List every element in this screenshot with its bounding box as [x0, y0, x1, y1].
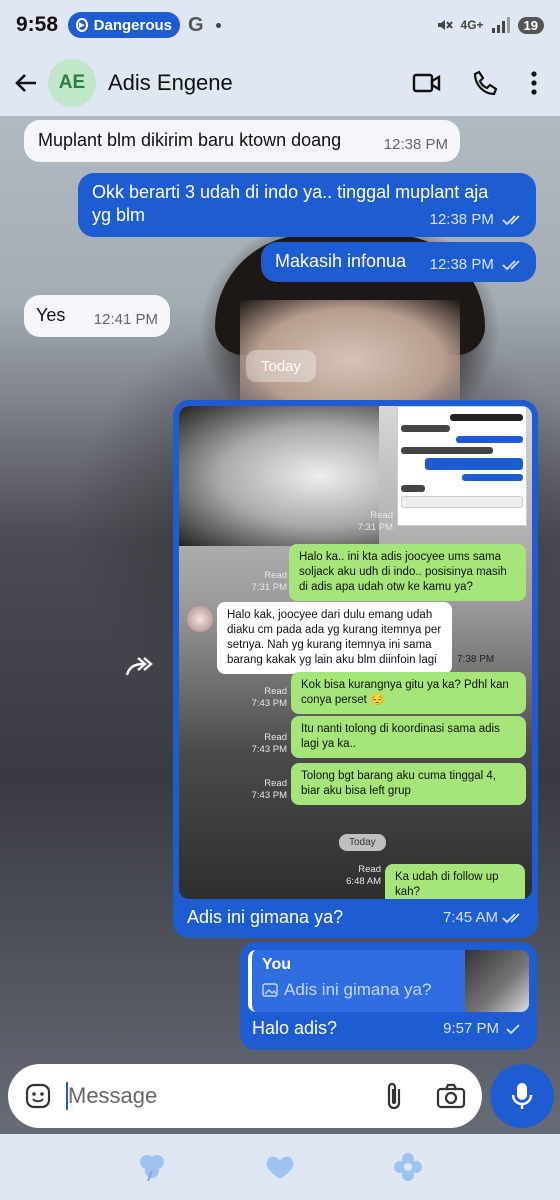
- voice-record-button[interactable]: [490, 1064, 554, 1128]
- screenshot-message: Itu nanti tolong di koordinasi sama adis…: [291, 716, 526, 758]
- signal-icon: [491, 17, 510, 33]
- message-text: Makasih infonua: [275, 251, 407, 271]
- video-call-icon[interactable]: [412, 71, 442, 95]
- back-flower-icon[interactable]: [392, 1151, 424, 1183]
- image-message-bubble[interactable]: Read 7:31 PM Halo ka.. ini kta adis joocy…: [173, 400, 538, 938]
- header-actions: [412, 69, 538, 97]
- mute-icon: [437, 20, 453, 30]
- read-receipt: Read 7:31 PM: [357, 510, 393, 533]
- status-icons: 4G+ 19: [435, 16, 544, 34]
- mic-icon: [511, 1083, 533, 1109]
- date-chip: Today: [246, 350, 316, 382]
- avatar[interactable]: AE: [48, 59, 96, 107]
- back-button[interactable]: [10, 67, 42, 99]
- media-pill[interactable]: ▶ Dangerous: [68, 12, 181, 38]
- network-type: 4G+: [460, 18, 484, 32]
- quote-text: Adis ini gimana ya?: [284, 980, 432, 999]
- screenshot-avatar: [187, 606, 213, 632]
- read-receipt: Read 7:31 PM: [251, 570, 287, 593]
- screenshot-message: Tolong bgt barang aku cuma tinggal 4, bi…: [291, 763, 526, 805]
- read-receipt: Read 6:48 AM: [346, 864, 381, 887]
- google-icon: G: [188, 13, 204, 36]
- screenshot-time: 7:38 PM: [457, 654, 495, 665]
- read-receipt: Read 7:43 PM: [251, 732, 287, 755]
- arrow-left-icon: [15, 74, 36, 92]
- message-time: 12:41 PM: [93, 311, 158, 328]
- screenshot-message: Ka udah di follow up kah?: [385, 864, 525, 899]
- message-text: Yes: [36, 305, 66, 325]
- message-bubble-outgoing[interactable]: Makasih infonua 12:38 PM: [261, 242, 536, 282]
- message-bubble-incoming[interactable]: Yes 12:41 PM: [24, 295, 170, 337]
- message-input[interactable]: Message: [8, 1064, 482, 1128]
- contact-name[interactable]: Adis Engene: [108, 70, 233, 96]
- message-time: 12:38 PM: [429, 256, 494, 273]
- message-composer: Message: [0, 1062, 560, 1134]
- reply-message-bubble[interactable]: You Adis ini gimana ya? Halo adis? 9:57 …: [240, 942, 537, 1050]
- quote-thumbnail: [465, 950, 529, 1012]
- home-heart-icon[interactable]: [260, 1153, 300, 1181]
- chat-header: AE Adis Engene: [0, 50, 560, 116]
- more-vert-icon[interactable]: [530, 70, 538, 96]
- image-caption: Adis ini gimana ya?: [187, 907, 344, 927]
- sticker-icon[interactable]: [24, 1082, 52, 1110]
- media-title: Dangerous: [93, 16, 173, 34]
- double-check-icon: [502, 215, 520, 226]
- message-bubble-outgoing[interactable]: Okk berarti 3 udah di indo ya.. tinggal …: [78, 173, 536, 237]
- image-caption-row: Adis ini gimana ya? 7:45 AM: [187, 907, 532, 928]
- phone-icon[interactable]: [472, 69, 500, 97]
- camera-icon[interactable]: [436, 1083, 466, 1109]
- image-icon: [262, 983, 278, 997]
- forward-icon[interactable]: [124, 655, 156, 679]
- screenshot-date-chip: Today: [339, 834, 386, 851]
- message-meta: 12:38 PM: [430, 208, 524, 231]
- recent-apps-icon[interactable]: [136, 1151, 168, 1183]
- double-check-icon: [502, 912, 520, 923]
- read-receipt: Read 7:43 PM: [251, 686, 287, 709]
- status-time: 9:58: [16, 13, 59, 36]
- play-icon: ▶: [76, 18, 88, 32]
- message-placeholder: Message: [68, 1083, 158, 1108]
- message-bubble-incoming[interactable]: Muplant blm dikirim baru ktown doang 12:…: [24, 120, 460, 162]
- navigation-bar: [0, 1134, 560, 1200]
- message-time: 12:38 PM: [429, 211, 494, 228]
- screenshot-message: Halo kak, joocyee dari dulu emang udah d…: [217, 602, 452, 674]
- check-icon: [506, 1023, 520, 1034]
- message-meta: 12:38 PM: [430, 253, 524, 276]
- notification-dot-icon: [215, 22, 221, 28]
- image-photo: [179, 406, 379, 546]
- nested-screenshot: [397, 406, 527, 526]
- message-text: Muplant blm dikirim baru ktown doang: [38, 130, 342, 150]
- screenshot-message: Kok bisa kurangnya gitu ya ka? Pdhl kan …: [291, 672, 526, 714]
- message-text: Halo adis?: [252, 1018, 338, 1038]
- battery-indicator: 19: [517, 16, 544, 34]
- message-time: 9:57 PM: [443, 1020, 499, 1037]
- read-receipt: Read 7:43 PM: [251, 778, 287, 801]
- double-check-icon: [502, 260, 520, 271]
- attach-icon[interactable]: [382, 1081, 408, 1111]
- message-time: 7:45 AM: [442, 909, 498, 926]
- screenshot-message: Halo ka.. ini kta adis joocyee ums sama …: [289, 544, 526, 601]
- status-bar: 9:58 ▶ Dangerous G 4G+ 19: [0, 0, 560, 50]
- message-time: 12:38 PM: [383, 136, 448, 153]
- quoted-message[interactable]: You Adis ini gimana ya?: [248, 950, 529, 1012]
- message-image[interactable]: Read 7:31 PM Halo ka.. ini kta adis joocy…: [179, 406, 532, 899]
